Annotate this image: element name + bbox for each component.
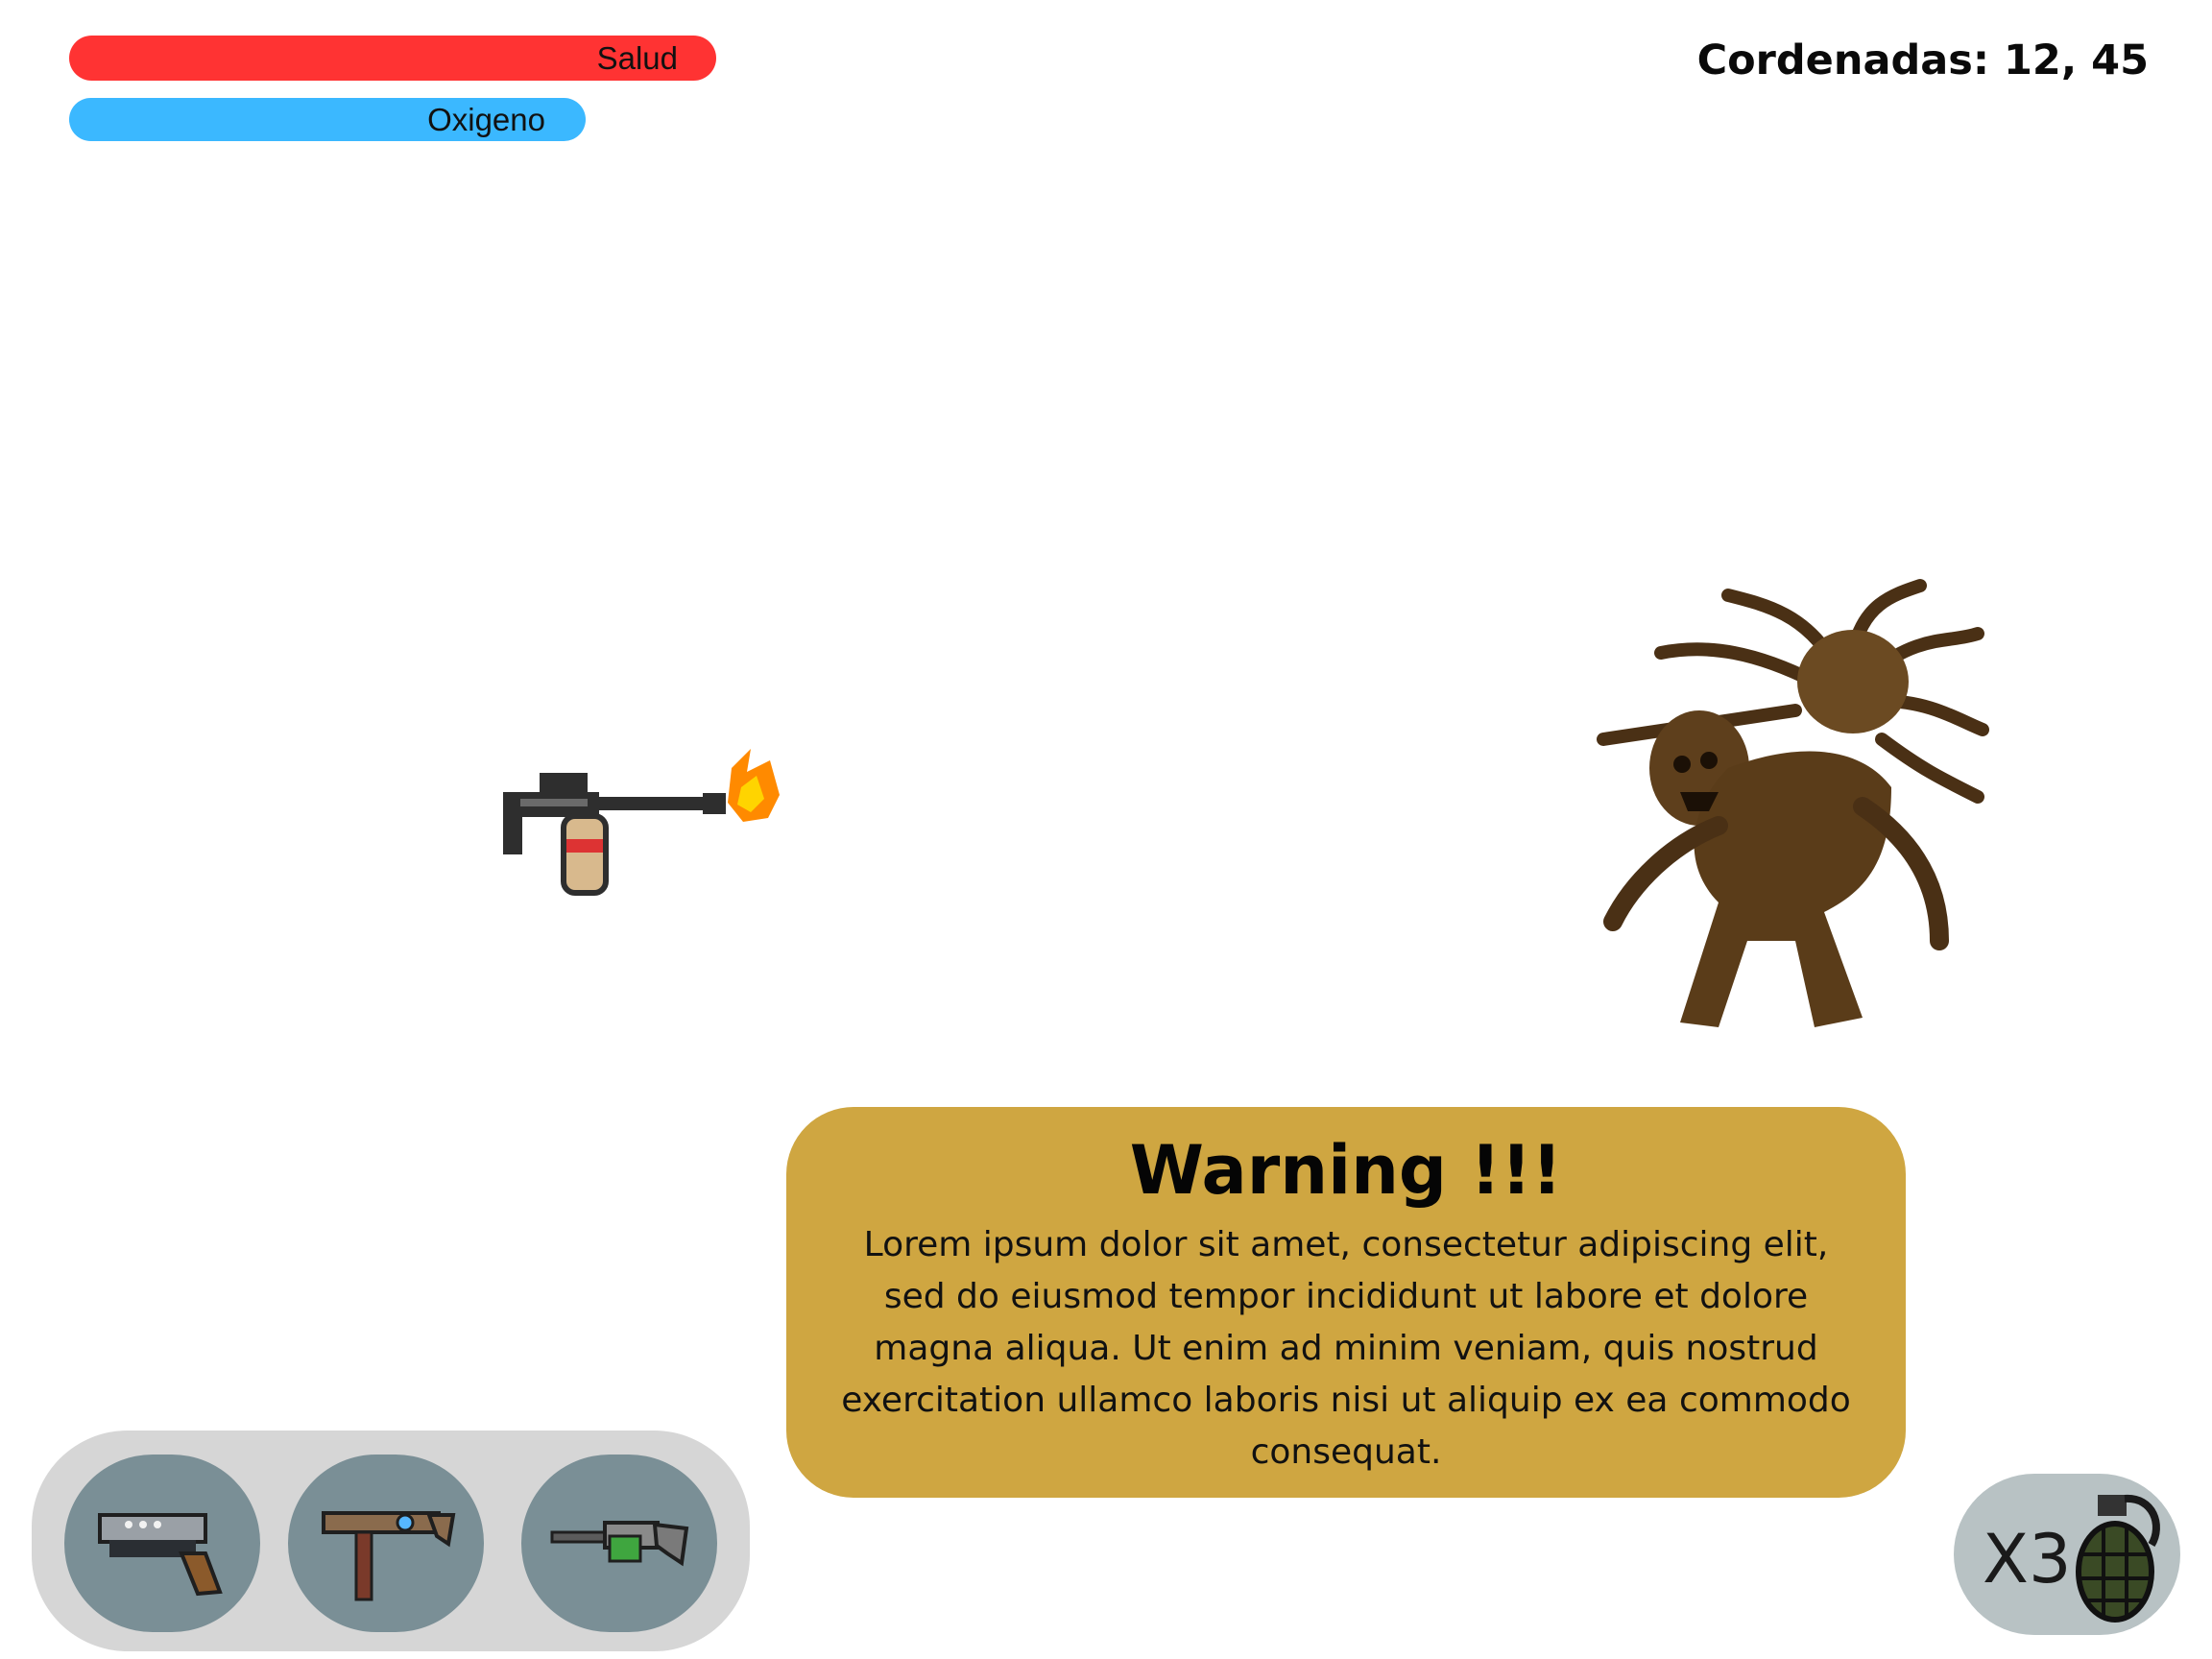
coordinates-readout: Cordenadas: 12, 45	[1696, 36, 2149, 84]
grenade-icon	[2076, 1494, 2160, 1623]
monster-enemy	[1597, 579, 1989, 1027]
warning-message: Lorem ipsum dolor sit amet, consectetur …	[841, 1224, 1851, 1472]
weapon-slot-2[interactable]	[288, 1455, 484, 1632]
pistol-icon	[98, 1512, 223, 1596]
health-label: Salud	[596, 39, 678, 76]
weapon-slot-3[interactable]	[521, 1455, 717, 1632]
smg-icon	[322, 1510, 456, 1600]
oxygen-label: Oxigeno	[427, 101, 545, 137]
weapon-hotbar	[32, 1431, 750, 1651]
grenade-counter[interactable]: X3	[1954, 1474, 2180, 1635]
grenade-count: X3	[1983, 1520, 2072, 1599]
rifle-icon	[550, 1520, 689, 1566]
oxygen-bar: Oxigeno	[69, 98, 586, 141]
warning-title: Warning !!!	[1129, 1131, 1563, 1210]
flamethrower-weapon	[503, 749, 780, 896]
weapon-slot-1[interactable]	[64, 1455, 260, 1632]
warning-dialog: Warning !!! Lorem ipsum dolor sit amet, …	[786, 1107, 1906, 1498]
health-bar: Salud	[69, 36, 716, 81]
